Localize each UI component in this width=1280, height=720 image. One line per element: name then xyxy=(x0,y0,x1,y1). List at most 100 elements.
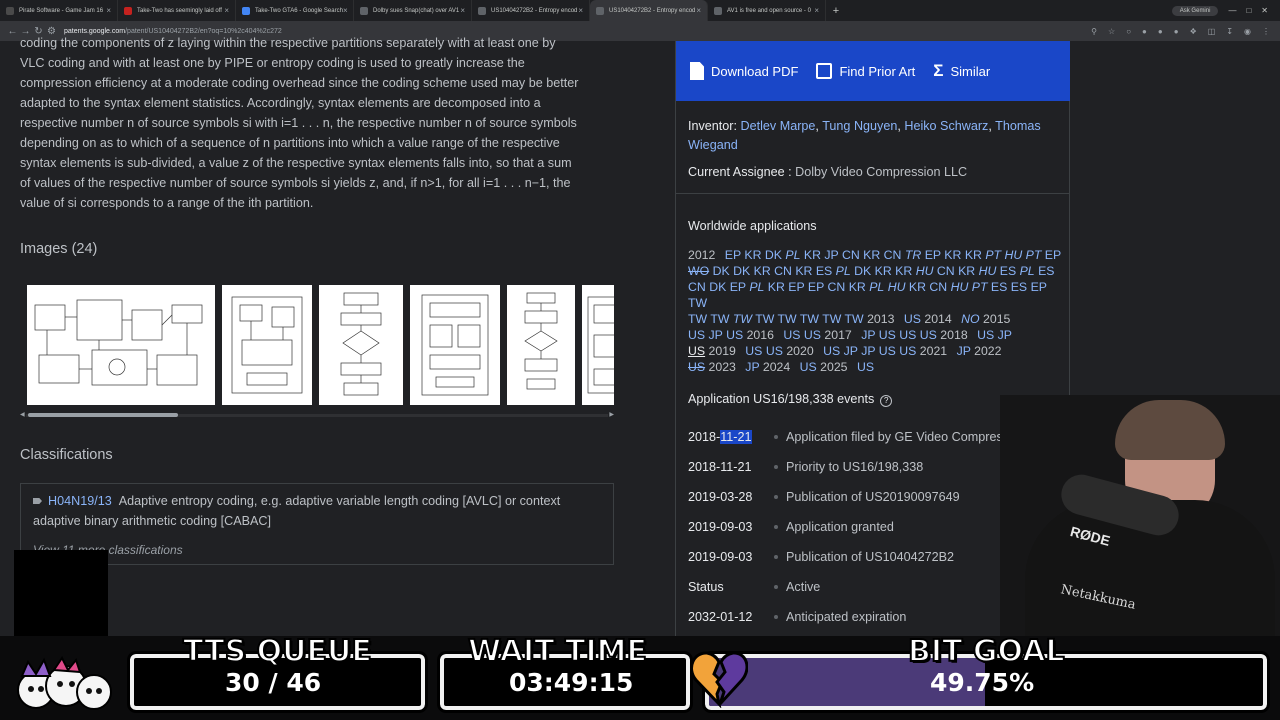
tab-close-icon[interactable]: × xyxy=(814,6,819,15)
country-code-link[interactable]: DK xyxy=(733,264,750,278)
country-code-link[interactable]: ES xyxy=(1038,264,1054,278)
country-code-link[interactable]: US xyxy=(823,344,840,358)
country-code-link[interactable]: US xyxy=(977,328,994,342)
country-code-link[interactable]: HU xyxy=(888,280,906,294)
country-code-link[interactable]: KR xyxy=(795,264,812,278)
country-code-link[interactable]: TW xyxy=(733,312,752,326)
download-pdf-button[interactable]: Download PDF xyxy=(690,62,798,80)
help-icon[interactable]: ? xyxy=(880,395,893,407)
country-code-link[interactable]: JP xyxy=(998,328,1012,342)
country-code-link[interactable]: EP xyxy=(730,280,746,294)
country-code-link[interactable]: PL xyxy=(785,248,800,262)
country-code-link[interactable]: KR xyxy=(958,264,975,278)
maximize-icon[interactable]: □ xyxy=(1246,6,1251,15)
browser-tab[interactable]: Dolby sues Snap(chat) over AV1 × xyxy=(354,0,472,21)
country-code-link[interactable]: CN xyxy=(688,280,706,294)
country-code-link[interactable]: ES xyxy=(1000,264,1016,278)
country-code-link[interactable]: US xyxy=(857,360,874,374)
browser-tab[interactable]: US10404272B2 - Entropy encod × xyxy=(590,0,708,21)
browser-tab[interactable]: AV1 is free and open source - 0 × xyxy=(708,0,826,21)
patent-figure-thumbnail[interactable] xyxy=(319,285,403,405)
download-icon[interactable]: ↧ xyxy=(1226,27,1233,36)
patent-figure-thumbnail[interactable] xyxy=(27,285,215,405)
menu-icon[interactable]: ⋮ xyxy=(1262,27,1270,36)
country-code-link[interactable]: PL xyxy=(1020,264,1035,278)
tab-close-icon[interactable]: × xyxy=(460,6,465,15)
country-code-link[interactable]: US xyxy=(804,328,821,342)
country-code-link[interactable]: DK xyxy=(709,280,726,294)
country-code-link[interactable]: EP xyxy=(925,248,941,262)
country-code-link[interactable]: KR xyxy=(944,248,961,262)
country-code-link[interactable]: US xyxy=(920,328,937,342)
country-code-link[interactable]: KR xyxy=(875,264,892,278)
country-code-link[interactable]: JP xyxy=(824,248,838,262)
close-window-icon[interactable]: ✕ xyxy=(1261,6,1268,15)
country-code-link[interactable]: CN xyxy=(828,280,846,294)
country-code-link[interactable]: PT xyxy=(1026,248,1042,262)
country-code-link[interactable]: DK xyxy=(765,248,782,262)
tab-close-icon[interactable]: × xyxy=(343,6,348,15)
country-code-link[interactable]: EP xyxy=(725,248,741,262)
patent-figure-thumbnail[interactable] xyxy=(222,285,312,405)
country-code-link[interactable]: US xyxy=(688,360,705,374)
country-code-link[interactable]: KR xyxy=(895,264,912,278)
country-code-link[interactable]: TW xyxy=(755,312,774,326)
country-code-link[interactable]: US xyxy=(904,312,921,326)
ask-gemini-button[interactable]: Ask Gemini xyxy=(1171,5,1219,16)
patent-figure-thumbnail[interactable] xyxy=(582,285,614,405)
search-icon[interactable]: ⚲ xyxy=(1091,27,1097,36)
country-code-link[interactable]: CN xyxy=(842,248,860,262)
country-code-link[interactable]: WO xyxy=(688,264,709,278)
tab-close-icon[interactable]: × xyxy=(578,6,583,15)
profile-icon[interactable]: ◉ xyxy=(1244,27,1251,36)
country-code-link[interactable]: HU xyxy=(951,280,969,294)
side-panel-icon[interactable]: ◫ xyxy=(1208,27,1216,36)
country-code-link[interactable]: US xyxy=(899,344,916,358)
country-code-link[interactable]: TW xyxy=(778,312,797,326)
extension-icon[interactable]: ● xyxy=(1142,27,1147,36)
country-code-link[interactable]: TW xyxy=(800,312,819,326)
country-code-link[interactable]: EP xyxy=(808,280,824,294)
tab-close-icon[interactable]: × xyxy=(696,6,701,15)
country-code-link[interactable]: EP xyxy=(1045,248,1061,262)
find-prior-art-button[interactable]: Find Prior Art xyxy=(816,63,915,79)
country-code-link[interactable]: TW xyxy=(822,312,841,326)
country-code-link[interactable]: US xyxy=(688,344,705,358)
country-code-link[interactable]: KR xyxy=(744,248,761,262)
country-code-link[interactable]: JP xyxy=(861,328,875,342)
browser-tab[interactable]: Pirate Software - Game Jam 16 × xyxy=(0,0,118,21)
country-code-link[interactable]: US xyxy=(879,344,896,358)
country-code-link[interactable]: PT xyxy=(985,248,1001,262)
extension-icon[interactable]: ● xyxy=(1158,27,1163,36)
country-code-link[interactable]: HU xyxy=(1004,248,1022,262)
tab-close-icon[interactable]: × xyxy=(224,6,229,15)
country-code-link[interactable]: PL xyxy=(869,280,884,294)
country-code-link[interactable]: US xyxy=(688,328,705,342)
extension-icon[interactable]: ○ xyxy=(1126,27,1131,36)
country-code-link[interactable]: JP xyxy=(844,344,858,358)
new-tab-icon[interactable]: + xyxy=(826,5,846,17)
country-code-link[interactable]: TW xyxy=(688,296,707,310)
tab-close-icon[interactable]: × xyxy=(106,6,111,15)
inventor-link[interactable]: Detlev Marpe xyxy=(741,119,816,133)
scroll-left-icon[interactable]: ◀ xyxy=(20,411,25,418)
country-code-link[interactable]: EP xyxy=(1031,280,1047,294)
country-code-link[interactable]: HU xyxy=(979,264,997,278)
country-code-link[interactable]: HU xyxy=(916,264,934,278)
country-code-link[interactable]: US xyxy=(800,360,817,374)
country-code-link[interactable]: ES xyxy=(1011,280,1027,294)
country-code-link[interactable]: KR xyxy=(863,248,880,262)
extension-icon[interactable]: ● xyxy=(1174,27,1179,36)
country-code-link[interactable]: PL xyxy=(836,264,851,278)
country-code-link[interactable]: KR xyxy=(768,280,785,294)
country-code-link[interactable]: TR xyxy=(905,248,921,262)
country-code-link[interactable]: PL xyxy=(749,280,764,294)
country-code-link[interactable]: JP xyxy=(861,344,875,358)
country-code-link[interactable]: JP xyxy=(745,360,759,374)
country-code-link[interactable]: TW xyxy=(845,312,864,326)
patent-figure-thumbnail[interactable] xyxy=(507,285,575,405)
country-code-link[interactable]: TW xyxy=(710,312,729,326)
scrollbar-thumb[interactable] xyxy=(28,413,178,417)
country-code-link[interactable]: CN xyxy=(929,280,947,294)
browser-tab[interactable]: Take-Two has seemingly laid off × xyxy=(118,0,236,21)
